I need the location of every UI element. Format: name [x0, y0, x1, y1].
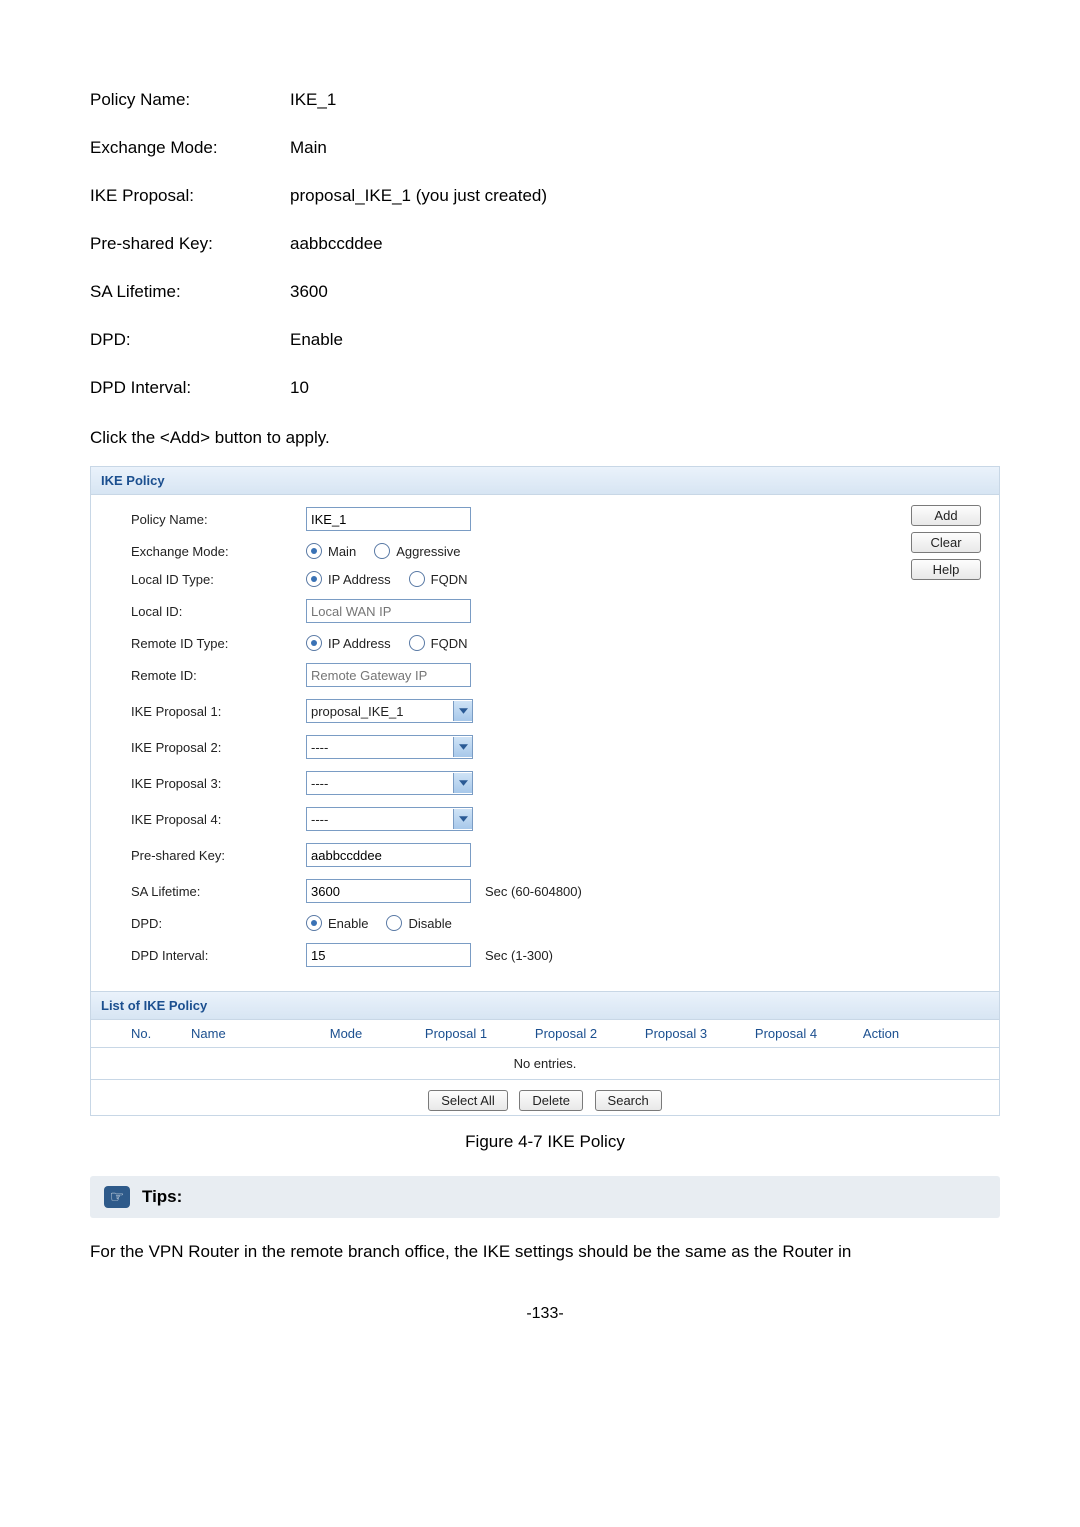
local-id-input[interactable] — [306, 599, 471, 623]
select-value: ---- — [307, 812, 453, 827]
figure-caption: Figure 4-7 IKE Policy — [90, 1132, 1000, 1152]
preshared-key-label: Pre-shared Key: — [131, 848, 306, 863]
local-id-type-label: Local ID Type: — [131, 572, 306, 587]
spec-value: 3600 — [290, 282, 328, 302]
remote-id-type-ip-radio[interactable]: IP Address — [306, 635, 391, 651]
radio-icon — [409, 571, 425, 587]
add-button[interactable]: Add — [911, 505, 981, 526]
spec-value: 10 — [290, 378, 309, 398]
table-header-row: No. Name Mode Proposal 1 Proposal 2 Prop… — [91, 1020, 999, 1048]
clear-button[interactable]: Clear — [911, 532, 981, 553]
ike-proposal-1-select[interactable]: proposal_IKE_1 — [306, 699, 473, 723]
chevron-down-icon — [453, 701, 472, 721]
instruction-text: Click the <Add> button to apply. — [90, 428, 1000, 448]
spec-value: Main — [290, 138, 327, 158]
panel-title: IKE Policy — [91, 467, 999, 495]
ike-policy-panel: IKE Policy Add Clear Help Policy Name: E… — [90, 466, 1000, 1116]
exchange-mode-label: Exchange Mode: — [131, 544, 306, 559]
radio-icon — [306, 543, 322, 559]
radio-icon — [386, 915, 402, 931]
col-proposal-4: Proposal 4 — [731, 1026, 841, 1041]
spec-label: Pre-shared Key: — [90, 234, 290, 254]
remote-id-input[interactable] — [306, 663, 471, 687]
chevron-down-icon — [453, 737, 472, 757]
radio-icon — [306, 635, 322, 651]
dpd-interval-label: DPD Interval: — [131, 948, 306, 963]
select-all-button[interactable]: Select All — [428, 1090, 507, 1111]
col-name: Name — [191, 1026, 291, 1041]
ike-proposal-4-label: IKE Proposal 4: — [131, 812, 306, 827]
radio-icon — [306, 571, 322, 587]
radio-label: FQDN — [431, 572, 468, 587]
radio-label: Aggressive — [396, 544, 460, 559]
select-value: proposal_IKE_1 — [307, 704, 453, 719]
preshared-key-input[interactable] — [306, 843, 471, 867]
dpd-disable-radio[interactable]: Disable — [386, 915, 451, 931]
ike-proposal-3-select[interactable]: ---- — [306, 771, 473, 795]
col-proposal-1: Proposal 1 — [401, 1026, 511, 1041]
radio-label: Enable — [328, 916, 368, 931]
sa-lifetime-hint: Sec (60-604800) — [485, 884, 582, 899]
spec-label: Exchange Mode: — [90, 138, 290, 158]
tips-icon: ☞ — [104, 1186, 130, 1208]
list-title: List of IKE Policy — [91, 991, 999, 1020]
col-action: Action — [841, 1026, 921, 1041]
radio-label: IP Address — [328, 636, 391, 651]
col-no: No. — [131, 1026, 191, 1041]
exchange-mode-main-radio[interactable]: Main — [306, 543, 356, 559]
spec-label: DPD: — [90, 330, 290, 350]
spec-label: SA Lifetime: — [90, 282, 290, 302]
local-id-type-ip-radio[interactable]: IP Address — [306, 571, 391, 587]
search-button[interactable]: Search — [595, 1090, 662, 1111]
radio-label: FQDN — [431, 636, 468, 651]
spec-value: Enable — [290, 330, 343, 350]
dpd-label: DPD: — [131, 916, 306, 931]
radio-label: Main — [328, 544, 356, 559]
radio-icon — [306, 915, 322, 931]
spec-value: IKE_1 — [290, 90, 336, 110]
policy-name-label: Policy Name: — [131, 512, 306, 527]
ike-proposal-3-label: IKE Proposal 3: — [131, 776, 306, 791]
delete-button[interactable]: Delete — [519, 1090, 583, 1111]
select-value: ---- — [307, 776, 453, 791]
spec-value: aabbccddee — [290, 234, 383, 254]
ike-proposal-2-label: IKE Proposal 2: — [131, 740, 306, 755]
spec-label: Policy Name: — [90, 90, 290, 110]
policy-name-input[interactable] — [306, 507, 471, 531]
chevron-down-icon — [453, 773, 472, 793]
col-mode: Mode — [291, 1026, 401, 1041]
chevron-down-icon — [453, 809, 472, 829]
col-proposal-2: Proposal 2 — [511, 1026, 621, 1041]
spec-label: IKE Proposal: — [90, 186, 290, 206]
spec-label: DPD Interval: — [90, 378, 290, 398]
select-value: ---- — [307, 740, 453, 755]
ike-proposal-4-select[interactable]: ---- — [306, 807, 473, 831]
radio-label: IP Address — [328, 572, 391, 587]
radio-label: Disable — [408, 916, 451, 931]
spec-table: Policy Name:IKE_1 Exchange Mode:Main IKE… — [90, 90, 1000, 398]
local-id-type-fqdn-radio[interactable]: FQDN — [409, 571, 468, 587]
col-proposal-3: Proposal 3 — [621, 1026, 731, 1041]
ike-proposal-1-label: IKE Proposal 1: — [131, 704, 306, 719]
dpd-interval-input[interactable] — [306, 943, 471, 967]
local-id-label: Local ID: — [131, 604, 306, 619]
tips-bar: ☞ Tips: — [90, 1176, 1000, 1218]
dpd-enable-radio[interactable]: Enable — [306, 915, 368, 931]
sa-lifetime-input[interactable] — [306, 879, 471, 903]
no-entries-text: No entries. — [91, 1048, 999, 1080]
dpd-interval-hint: Sec (1-300) — [485, 948, 553, 963]
help-button[interactable]: Help — [911, 559, 981, 580]
remote-id-label: Remote ID: — [131, 668, 306, 683]
radio-icon — [374, 543, 390, 559]
remote-id-type-label: Remote ID Type: — [131, 636, 306, 651]
tips-label: Tips: — [142, 1187, 182, 1207]
ike-proposal-2-select[interactable]: ---- — [306, 735, 473, 759]
page-number: -133- — [90, 1305, 1000, 1323]
remote-id-type-fqdn-radio[interactable]: FQDN — [409, 635, 468, 651]
spec-value: proposal_IKE_1 (you just created) — [290, 186, 547, 206]
radio-icon — [409, 635, 425, 651]
exchange-mode-aggressive-radio[interactable]: Aggressive — [374, 543, 460, 559]
body-text: For the VPN Router in the remote branch … — [90, 1238, 1000, 1265]
sa-lifetime-label: SA Lifetime: — [131, 884, 306, 899]
